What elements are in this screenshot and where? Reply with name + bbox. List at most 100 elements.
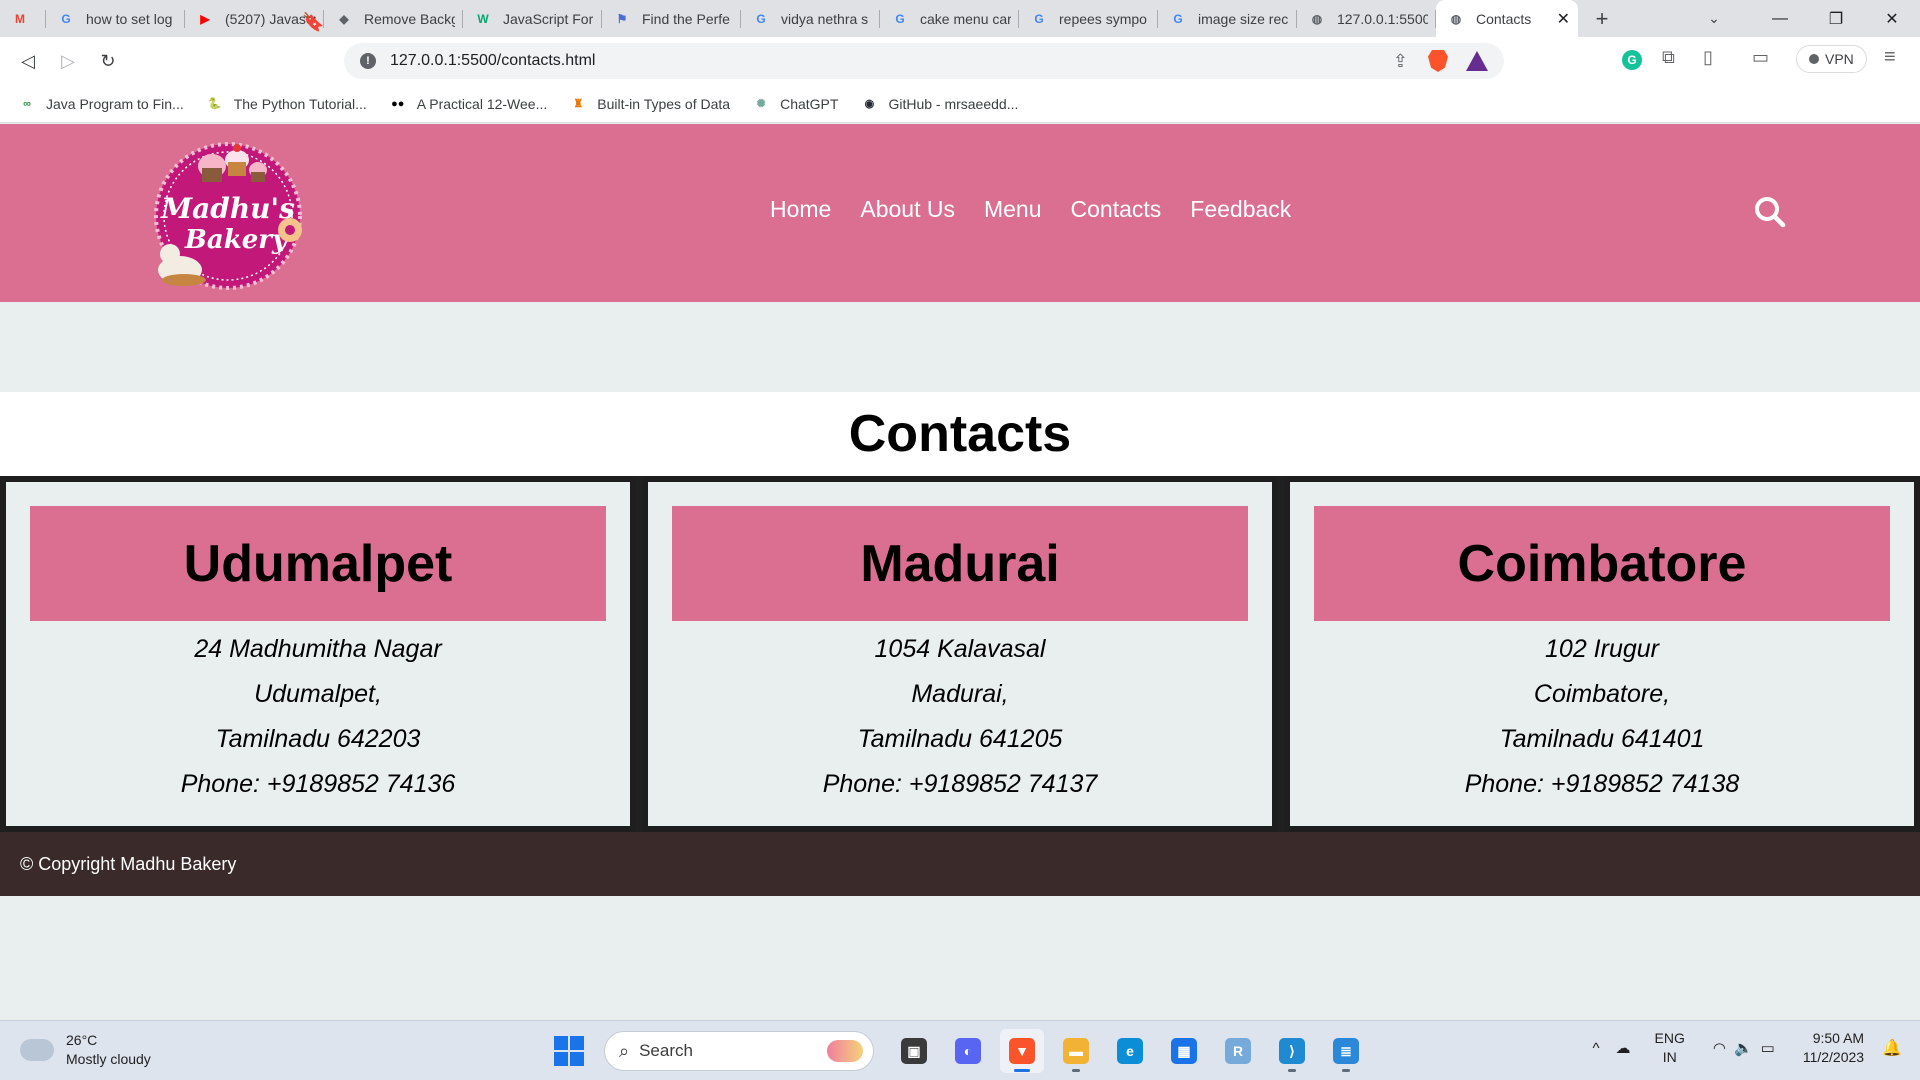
notification-bell-icon[interactable]: 🔔 xyxy=(1882,1038,1902,1058)
contact-card-coimbatore: Coimbatore 102 Irugur Coimbatore, Tamilnadu… xyxy=(1284,476,1920,832)
nav-link-contacts[interactable]: Contacts xyxy=(1071,196,1162,223)
r-studio-icon: R xyxy=(1225,1038,1251,1064)
globe-icon: ◍ xyxy=(1311,11,1323,26)
clock-time: 9:50 AM xyxy=(1812,1030,1865,1046)
windows-start-icon[interactable] xyxy=(554,1036,584,1066)
browser-tab[interactable]: Gimage size rec xyxy=(1158,0,1297,37)
edge-icon: e xyxy=(1117,1038,1143,1064)
back-button[interactable]: ◁ xyxy=(8,41,48,81)
tab-title: 127.0.0.1:5500 xyxy=(1337,10,1428,27)
close-window-button[interactable]: ✕ xyxy=(1864,0,1920,37)
tab-title: JavaScript For xyxy=(503,10,594,27)
browser-tab[interactable]: Gvidya nethra s xyxy=(741,0,880,37)
bookmark-item[interactable]: 🐍 The Python Tutorial... xyxy=(206,96,367,112)
nav-link-about-us[interactable]: About Us xyxy=(860,196,955,223)
bookmark-item[interactable]: ✺ ChatGPT xyxy=(752,96,838,112)
battery-icon[interactable]: ▭ xyxy=(1761,1039,1775,1057)
address-bar[interactable]: ! 127.0.0.1:5500/contacts.html ⇪ xyxy=(344,43,1504,79)
minimize-button[interactable]: — xyxy=(1752,0,1808,37)
clock[interactable]: 9:50 AM 11/2/2023 xyxy=(1803,1029,1864,1067)
browser-tab[interactable]: ◍ 127.0.0.1:5500 xyxy=(1297,0,1436,37)
forward-button[interactable]: ▷ xyxy=(48,41,88,81)
google-icon: G xyxy=(61,11,71,26)
task-view-icon: ▣ xyxy=(901,1038,927,1064)
address-line: Tamilnadu 641401 xyxy=(1499,725,1705,753)
w3-icon: W xyxy=(477,11,489,26)
browser-tab[interactable]: Grepees sympo xyxy=(1019,0,1158,37)
youtube-icon: ▶ xyxy=(200,11,210,26)
bookmark-item[interactable]: ◉ GitHub - mrsaeedd... xyxy=(860,95,1019,112)
region-code: IN xyxy=(1662,1049,1677,1065)
wallet-icon[interactable]: ▭ xyxy=(1752,47,1769,68)
search-icon: ⌕ xyxy=(619,1040,630,1061)
sidebar-icon[interactable]: ▯ xyxy=(1703,47,1713,68)
phone-number: Phone: +9189852 74138 xyxy=(1464,770,1740,798)
microsoft-store-taskbar-button[interactable]: ▦ xyxy=(1162,1029,1206,1073)
tab-search-button[interactable]: ⌄ xyxy=(1694,0,1734,37)
language-indicator[interactable]: ENG IN xyxy=(1655,1029,1685,1067)
onedrive-icon[interactable]: ☁ xyxy=(1616,1039,1631,1057)
bookmark-item[interactable]: ●● A Practical 12-Wee... xyxy=(389,96,547,112)
reload-button[interactable]: ↻ xyxy=(88,41,128,81)
search-icon[interactable] xyxy=(1754,196,1786,228)
running-indicator xyxy=(1288,1069,1296,1072)
discord-taskbar-button[interactable]: ◐ xyxy=(946,1029,990,1073)
edge-taskbar-button[interactable]: e xyxy=(1108,1029,1152,1073)
browser-menu-icon[interactable]: ≡ xyxy=(1884,46,1896,69)
r-studio-taskbar-button[interactable]: R xyxy=(1216,1029,1260,1073)
brave-shields-icon[interactable] xyxy=(1428,50,1448,72)
tab-title: Contacts xyxy=(1476,10,1532,27)
browser-tab-active[interactable]: ◍ Contacts ✕ xyxy=(1436,0,1578,37)
nav-link-menu[interactable]: Menu xyxy=(984,196,1042,223)
bookmark-label: Built-in Types of Data xyxy=(597,95,731,112)
brave-browser-icon: ▼ xyxy=(1009,1038,1035,1064)
bookmark-item[interactable]: ∞ Java Program to Fin... xyxy=(18,96,184,112)
bakery-logo[interactable]: Madhu's Bakery xyxy=(140,130,305,296)
browser-tab[interactable]: ⚑ Find the Perfe xyxy=(602,0,741,37)
url-text[interactable]: 127.0.0.1:5500/contacts.html xyxy=(390,52,595,70)
bookmark-label: The Python Tutorial... xyxy=(233,95,367,112)
brave-rewards-icon[interactable] xyxy=(1466,51,1488,71)
nav-link-home[interactable]: Home xyxy=(770,196,831,223)
running-indicator xyxy=(1342,1069,1350,1072)
grammarly-extension-icon[interactable]: G xyxy=(1622,50,1642,70)
microsoft-store-icon: ▦ xyxy=(1171,1038,1197,1064)
volume-icon[interactable]: 🔈 xyxy=(1734,1039,1753,1057)
file-explorer-taskbar-button[interactable]: ▬ xyxy=(1054,1029,1098,1073)
browser-tab[interactable]: ◆ Remove Backg xyxy=(324,0,463,37)
extensions-puzzle-icon[interactable]: ⧉ xyxy=(1662,47,1675,68)
wifi-icon[interactable]: ◠ xyxy=(1713,1039,1726,1057)
close-tab-icon[interactable]: ✕ xyxy=(1551,9,1570,29)
bookmark-item[interactable]: ♜ Built-in Types of Data xyxy=(569,96,730,112)
weather-widget[interactable]: 26°C Mostly cloudy xyxy=(16,1031,151,1069)
taskbar-search-box[interactable]: ⌕ Search xyxy=(604,1031,874,1071)
notepad-taskbar-button[interactable]: ≣ xyxy=(1324,1029,1368,1073)
vs-code-taskbar-button[interactable]: ⟩ xyxy=(1270,1029,1314,1073)
browser-tab[interactable]: Gcake menu car xyxy=(880,0,1019,37)
address-line: Tamilnadu 641205 xyxy=(857,725,1063,753)
spacer-band xyxy=(0,302,1920,392)
notepad-icon: ≣ xyxy=(1333,1038,1359,1064)
vpn-button[interactable]: VPN xyxy=(1796,45,1867,73)
browser-tab[interactable]: M xyxy=(0,0,46,37)
bookmark-icon[interactable]: 🔖 xyxy=(302,12,324,33)
flag-icon: ⚑ xyxy=(616,11,628,26)
brave-browser-taskbar-button[interactable]: ▼ xyxy=(1000,1029,1044,1073)
browser-tab[interactable]: W JavaScript For xyxy=(463,0,602,37)
browser-tab[interactable]: Ghow to set log xyxy=(46,0,185,37)
tray-chevron-icon[interactable]: ^ xyxy=(1592,1040,1599,1057)
bookmark-label: GitHub - mrsaeedd... xyxy=(888,95,1019,112)
running-indicator xyxy=(1072,1069,1080,1072)
bookmarks-bar: ∞ Java Program to Fin... 🐍 The Python Tutor… xyxy=(0,85,1920,123)
site-info-icon[interactable]: ! xyxy=(360,53,376,69)
page-title: Contacts xyxy=(848,405,1072,463)
tab-title: vidya nethra s xyxy=(781,10,869,27)
maximize-button[interactable]: ❐ xyxy=(1808,0,1864,37)
discord-icon: ◐ xyxy=(955,1038,981,1064)
nav-link-feedback[interactable]: Feedback xyxy=(1190,196,1291,223)
new-tab-button[interactable]: + xyxy=(1584,0,1620,37)
tab-title: image size rec xyxy=(1198,10,1289,27)
share-icon[interactable]: ⇪ xyxy=(1393,51,1408,72)
task-view-taskbar-button[interactable]: ▣ xyxy=(892,1029,936,1073)
taskbar-search-label: Search xyxy=(639,1041,693,1060)
